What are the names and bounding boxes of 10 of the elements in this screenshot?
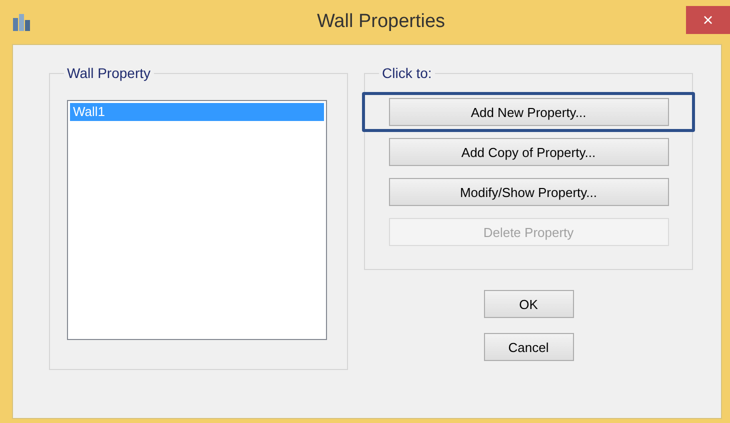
close-button[interactable]: × bbox=[686, 6, 730, 34]
property-button[interactable]: Add New Property... bbox=[388, 98, 668, 126]
property-button[interactable]: Add Copy of Property... bbox=[388, 138, 668, 166]
app-icon bbox=[12, 12, 32, 32]
group-label: Wall Property bbox=[64, 65, 154, 81]
group-label: Click to: bbox=[379, 65, 435, 81]
window-title: Wall Properties bbox=[316, 11, 446, 33]
dialog-button[interactable]: Cancel bbox=[484, 333, 574, 361]
property-button[interactable]: Modify/Show Property... bbox=[388, 178, 668, 206]
dialog-button[interactable]: OK bbox=[484, 290, 574, 318]
